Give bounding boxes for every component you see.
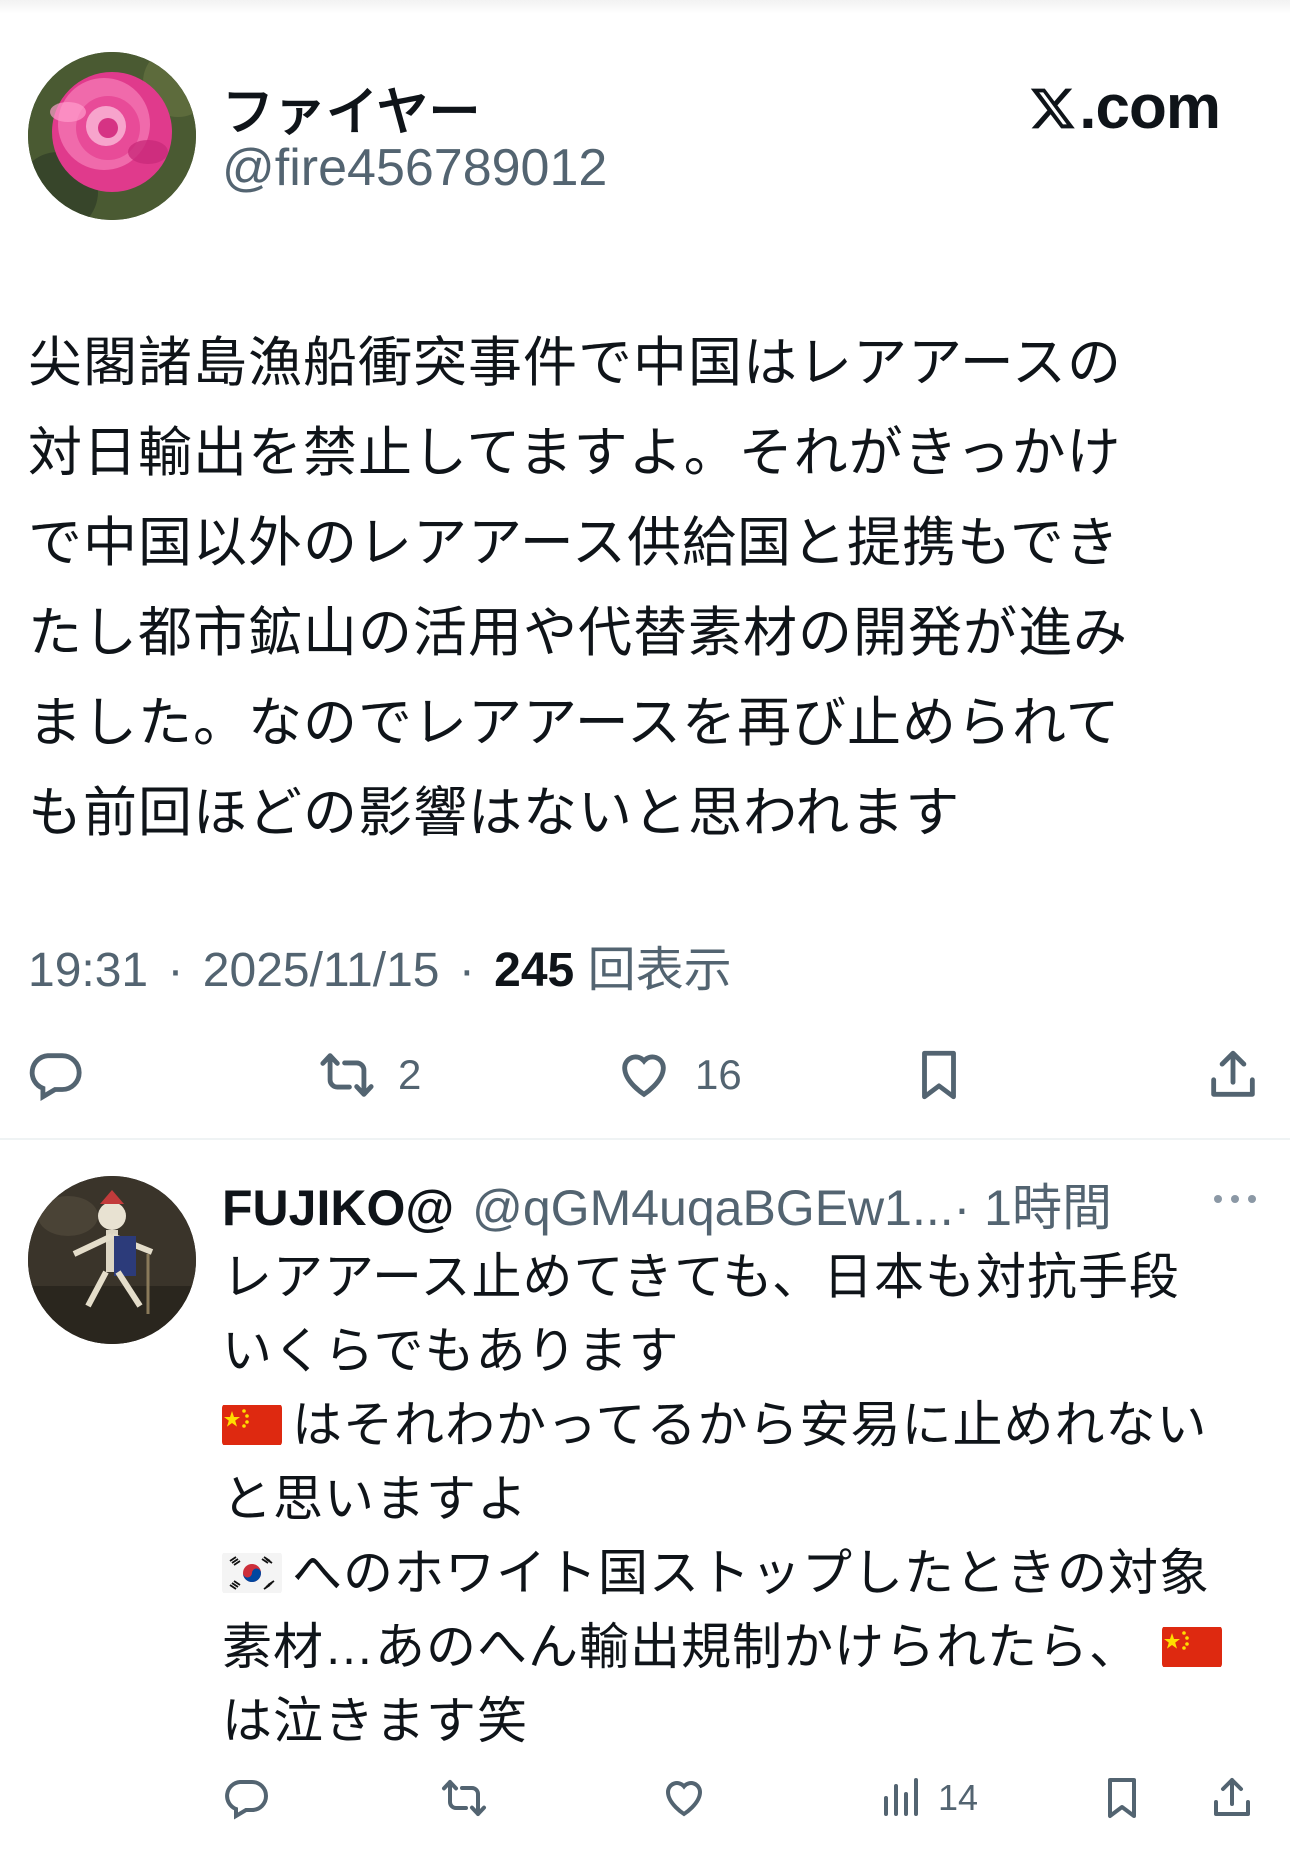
share-icon [1211,1050,1255,1097]
reply-views-button[interactable]: 14 [878,1768,978,1828]
reply-line-text: へのホワイト国ストップしたときの対象 [292,1545,1210,1601]
reply-handle[interactable]: @qGM4uqaBGEw1... [472,1179,954,1237]
reply-time[interactable]: · 1時間 [954,1168,1112,1240]
reply-line-text: はそれわかってるから安易に止めれない [292,1397,1208,1453]
avatar[interactable] [28,52,196,220]
reply-bubble-icon [29,1053,82,1102]
reply-actions: 14 [0,1768,1290,1828]
x-brand-logo: .com [1029,72,1221,143]
share-icon [1214,1778,1250,1816]
reply-views-count: 14 [938,1777,979,1818]
reply-line: へのホワイト国ストップしたときの対象 [222,1536,1272,1610]
display-name[interactable]: ファイヤー [222,70,480,145]
views-count: 245 [494,944,575,997]
reply-bookmark-button[interactable] [1098,1768,1146,1828]
tweet-line: たし都市鉱山の活用や代替素材の開発が進み [28,603,1128,663]
reply-line-text: 素材…あのへん輸出規制かけられたら、 [222,1619,1140,1675]
reply-avatar[interactable] [28,1176,196,1344]
tweet-line: ました。なのでレアアースを再び止められて [28,693,1121,753]
retweet-count: 2 [398,1051,422,1098]
reply-bubble-icon [225,1780,268,1820]
bookmark-button[interactable] [910,1040,968,1110]
bookmark-icon [922,1050,956,1100]
reply-line: いくらでもあります [222,1314,1272,1388]
reply-line-text: は泣きます笑 [222,1693,528,1749]
like-button[interactable]: 16 [615,1040,742,1110]
bookmark-icon [1108,1778,1136,1818]
reply-display-name[interactable]: FUJIKO@ [222,1179,454,1237]
brand-suffix: .com [1079,73,1221,142]
reply-reply-button[interactable] [222,1768,270,1828]
tweet-line: で中国以外のレアアース供給国と提携もでき [28,513,1120,573]
share-button[interactable] [1204,1040,1262,1110]
analytics-bars-icon [884,1778,918,1816]
top-edge [0,0,1290,14]
reply-like-button[interactable] [660,1768,708,1828]
views-label: 回表示 [587,944,732,997]
tweet-date[interactable]: 2025/11/15 [203,944,440,997]
reply-line-text: と思いますよ [222,1471,528,1527]
reply-share-button[interactable] [1208,1768,1256,1828]
tweet-line: 尖閣諸島漁船衝突事件で中国はレアアースの [28,333,1123,393]
reply-line: はそれわかってるから安易に止めれない [222,1388,1272,1462]
more-options-icon[interactable] [1210,1184,1260,1214]
retweet-icon [442,1780,486,1816]
tweet-text: 尖閣諸島漁船衝突事件で中国はレアアースの 対日輸出を禁止してますよ。それがきっか… [28,318,1228,858]
tweet-time[interactable]: 19:31 [28,944,148,997]
tweet-meta: 19:31 · 2025/11/15 · 245 回表示 [28,930,732,1000]
reply-line: 素材…あのへん輸出規制かけられたら、 [222,1610,1272,1684]
heart-icon [665,1781,703,1817]
china-flag-icon [222,1404,282,1446]
tweet-line: も前回ほどの影響はないと思われます [28,783,961,843]
username-handle[interactable]: @fire456789012 [222,138,607,198]
tweet-actions: 2 16 [0,1040,1290,1110]
reply-header: FUJIKO@ @qGM4uqaBGEw1... · 1時間 [222,1168,1272,1236]
reply-button[interactable] [26,1040,84,1110]
reply-line: レアアース止めてきても、日本も対抗手段 [222,1240,1272,1314]
retweet-icon [320,1053,374,1097]
china-flag-icon [1162,1626,1222,1668]
korea-flag-icon [222,1552,282,1594]
divider [0,1138,1290,1140]
retweet-button[interactable]: 2 [318,1040,421,1110]
meta-separator: · [458,944,475,997]
meta-separator: · [167,944,184,997]
reply-retweet-button[interactable] [440,1768,488,1828]
reply-line-text: レアアース止めてきても、日本も対抗手段 [222,1249,1180,1305]
reply-text: レアアース止めてきても、日本も対抗手段 いくらでもあります はそれわかってるから… [222,1240,1272,1758]
tweet-line: 対日輸出を禁止してますよ。それがきっかけ [28,423,1122,483]
heart-icon [622,1054,666,1098]
reply-line: は泣きます笑 [222,1684,1272,1758]
like-count: 16 [695,1051,742,1098]
reply-line-text: いくらでもあります [222,1323,680,1379]
reply-line: と思いますよ [222,1462,1272,1536]
x-logo-icon [1031,88,1076,128]
